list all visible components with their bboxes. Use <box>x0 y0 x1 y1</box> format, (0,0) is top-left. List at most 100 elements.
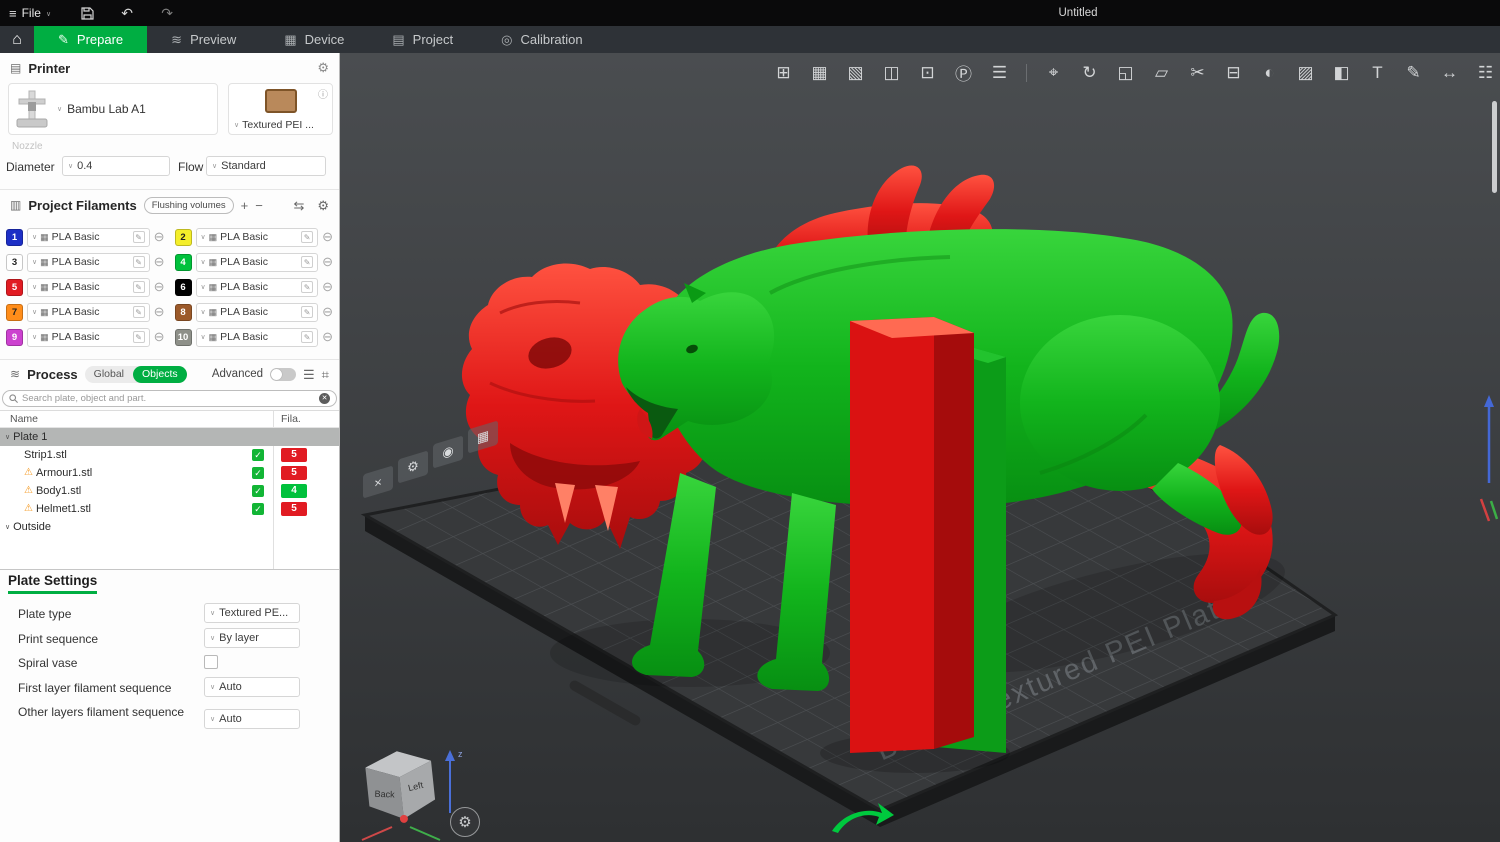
add-plate-icon[interactable]: ⊞ <box>771 60 796 85</box>
filament-remove-icon[interactable]: ⊖ <box>322 229 333 245</box>
filament-edit-icon[interactable]: ✎ <box>132 331 145 343</box>
camera-settings-button[interactable]: ⚙ <box>450 807 480 837</box>
column-header-name[interactable]: Name <box>0 413 273 425</box>
filament-settings-gear-icon[interactable]: ⚙ <box>317 199 329 212</box>
process-list-icon[interactable]: ☰ <box>303 368 315 381</box>
scale-icon[interactable]: ◱ <box>1113 60 1138 85</box>
tree-row-outside[interactable]: ∨ Outside <box>0 518 339 536</box>
filament-type-select[interactable]: ∨ ▦ PLA Basic ✎ <box>195 252 319 272</box>
scene-canvas[interactable]: Bambu Textured PEI Plate <box>340 53 1500 842</box>
filament-edit-icon[interactable]: ✎ <box>132 231 145 243</box>
tab-project[interactable]: ▤ Project <box>368 26 477 53</box>
filament-sync-icon[interactable]: ⇆ <box>293 199 304 212</box>
filament-edit-icon[interactable]: ✎ <box>132 281 145 293</box>
clear-search-icon[interactable]: ✕ <box>319 393 330 404</box>
flow-select[interactable]: ∨ Standard <box>206 156 326 176</box>
filament-color-chip[interactable]: 5 <box>6 278 23 296</box>
other-layers-sequence-select[interactable]: ∨ Auto <box>204 709 300 729</box>
tree-row-helmet1[interactable]: ⚠ Helmet1.stl ✓ 5 <box>0 500 339 518</box>
ground-arrow-icon[interactable] <box>826 801 896 841</box>
first-layer-sequence-select[interactable]: ∨ Auto <box>204 677 300 697</box>
filament-remove-icon[interactable]: ⊖ <box>322 279 333 295</box>
paste-icon[interactable]: Ⓟ <box>951 60 976 85</box>
file-menu[interactable]: ≡ File ∨ <box>0 6 60 21</box>
tab-calibration[interactable]: ◎ Calibration <box>477 26 607 53</box>
cut-icon[interactable]: ✂ <box>1185 60 1210 85</box>
flatten-icon[interactable]: ▱ <box>1149 60 1174 85</box>
text-tool-icon[interactable]: T <box>1365 60 1390 85</box>
filament-remove-icon[interactable]: ⊖ <box>154 304 165 320</box>
tree-row-body1[interactable]: ⚠ Body1.stl ✓ 4 <box>0 482 339 500</box>
color-paint-icon[interactable]: ◧ <box>1329 60 1354 85</box>
filament-edit-icon[interactable]: ✎ <box>132 306 145 318</box>
process-tune-icon[interactable]: ⌗ <box>322 368 329 381</box>
split-to-plates-icon[interactable]: ◫ <box>879 60 904 85</box>
move-icon[interactable]: ⌖ <box>1041 60 1066 85</box>
support-paint-icon[interactable]: ▨ <box>1293 60 1318 85</box>
filament-type-select[interactable]: ∨ ▦ PLA Basic ✎ <box>195 327 319 347</box>
add-filament-button[interactable]: + <box>241 199 249 212</box>
filament-color-chip[interactable]: 7 <box>6 303 23 321</box>
filament-remove-icon[interactable]: ⊖ <box>322 304 333 320</box>
filament-type-select[interactable]: ∨ ▦ PLA Basic ✎ <box>27 327 150 347</box>
filament-edit-icon[interactable]: ✎ <box>301 331 314 343</box>
filament-edit-icon[interactable]: ✎ <box>132 256 145 268</box>
info-icon[interactable]: ⓘ <box>318 86 328 101</box>
filament-type-select[interactable]: ∨ ▦ PLA Basic ✎ <box>27 227 150 247</box>
filament-type-select[interactable]: ∨ ▦ PLA Basic ✎ <box>27 252 150 272</box>
remove-filament-button[interactable]: − <box>255 199 263 212</box>
search-box[interactable]: ✕ <box>2 390 337 407</box>
tab-preview[interactable]: ≋ Preview <box>147 26 260 53</box>
printer-selector[interactable]: ∨ Bambu Lab A1 <box>8 83 218 135</box>
toolbar-scrollbar[interactable] <box>1492 101 1497 193</box>
copy-icon[interactable]: ⊡ <box>915 60 940 85</box>
advanced-toggle[interactable] <box>270 367 297 381</box>
column-header-fila[interactable]: Fila. <box>273 413 339 425</box>
align-icon[interactable]: ⊟ <box>1221 60 1246 85</box>
filament-assignment-badge[interactable]: 5 <box>281 502 307 516</box>
scope-global-button[interactable]: Global <box>85 366 133 383</box>
home-button[interactable]: ⌂ <box>0 26 34 53</box>
filament-assignment-badge[interactable]: 5 <box>281 466 307 480</box>
filament-color-chip[interactable]: 3 <box>6 253 23 271</box>
filament-type-select[interactable]: ∨ ▦ PLA Basic ✎ <box>27 302 150 322</box>
red-pillar-model[interactable] <box>850 317 974 753</box>
navcube-back-label[interactable]: Back <box>374 789 395 800</box>
tree-row-plate-1[interactable]: ∨ Plate 1 <box>0 428 339 446</box>
tree-row-strip1[interactable]: Strip1.stl ✓ 5 <box>0 446 339 464</box>
arrange-all-icon[interactable]: ▦ <box>807 60 832 85</box>
redo-button[interactable]: ↷ <box>154 5 180 22</box>
object-list-icon[interactable]: ☰ <box>987 60 1012 85</box>
filament-remove-icon[interactable]: ⊖ <box>154 254 165 270</box>
filament-color-chip[interactable]: 8 <box>174 303 192 321</box>
filament-edit-icon[interactable]: ✎ <box>301 281 314 293</box>
printer-settings-gear-icon[interactable]: ⚙ <box>317 60 329 76</box>
flushing-volumes-button[interactable]: Flushing volumes <box>143 196 234 214</box>
object-visible-checkbox[interactable]: ✓ <box>252 467 264 479</box>
filament-color-chip[interactable]: 9 <box>6 328 23 346</box>
filament-remove-icon[interactable]: ⊖ <box>322 329 333 345</box>
spiral-vase-checkbox[interactable] <box>204 655 218 669</box>
filament-color-chip[interactable]: 10 <box>174 328 192 346</box>
filament-edit-icon[interactable]: ✎ <box>301 256 314 268</box>
undo-button[interactable]: ↶ <box>114 5 140 22</box>
filament-type-select[interactable]: ∨ ▦ PLA Basic ✎ <box>195 227 319 247</box>
print-sequence-select[interactable]: ∨ By layer <box>204 628 300 648</box>
filament-color-chip[interactable]: 4 <box>174 253 192 271</box>
object-visible-checkbox[interactable]: ✓ <box>252 449 264 461</box>
diameter-select[interactable]: ∨ 0.4 <box>62 156 170 176</box>
filament-remove-icon[interactable]: ⊖ <box>154 279 165 295</box>
filament-color-chip[interactable]: 2 <box>174 228 192 246</box>
chevron-down-icon[interactable]: ∨ <box>5 523 10 531</box>
filament-remove-icon[interactable]: ⊖ <box>154 229 165 245</box>
tab-prepare[interactable]: ✎ Prepare <box>34 26 148 53</box>
auto-orient-icon[interactable]: ▧ <box>843 60 868 85</box>
filament-color-chip[interactable]: 1 <box>6 228 23 246</box>
tree-row-armour1[interactable]: ⚠ Armour1.stl ✓ 5 <box>0 464 339 482</box>
filament-remove-icon[interactable]: ⊖ <box>154 329 165 345</box>
filament-edit-icon[interactable]: ✎ <box>301 306 314 318</box>
filament-type-select[interactable]: ∨ ▦ PLA Basic ✎ <box>195 302 319 322</box>
scope-objects-button[interactable]: Objects <box>133 365 187 383</box>
mesh-boolean-icon[interactable]: ◐ <box>1257 60 1282 85</box>
filament-assignment-badge[interactable]: 4 <box>281 484 307 498</box>
